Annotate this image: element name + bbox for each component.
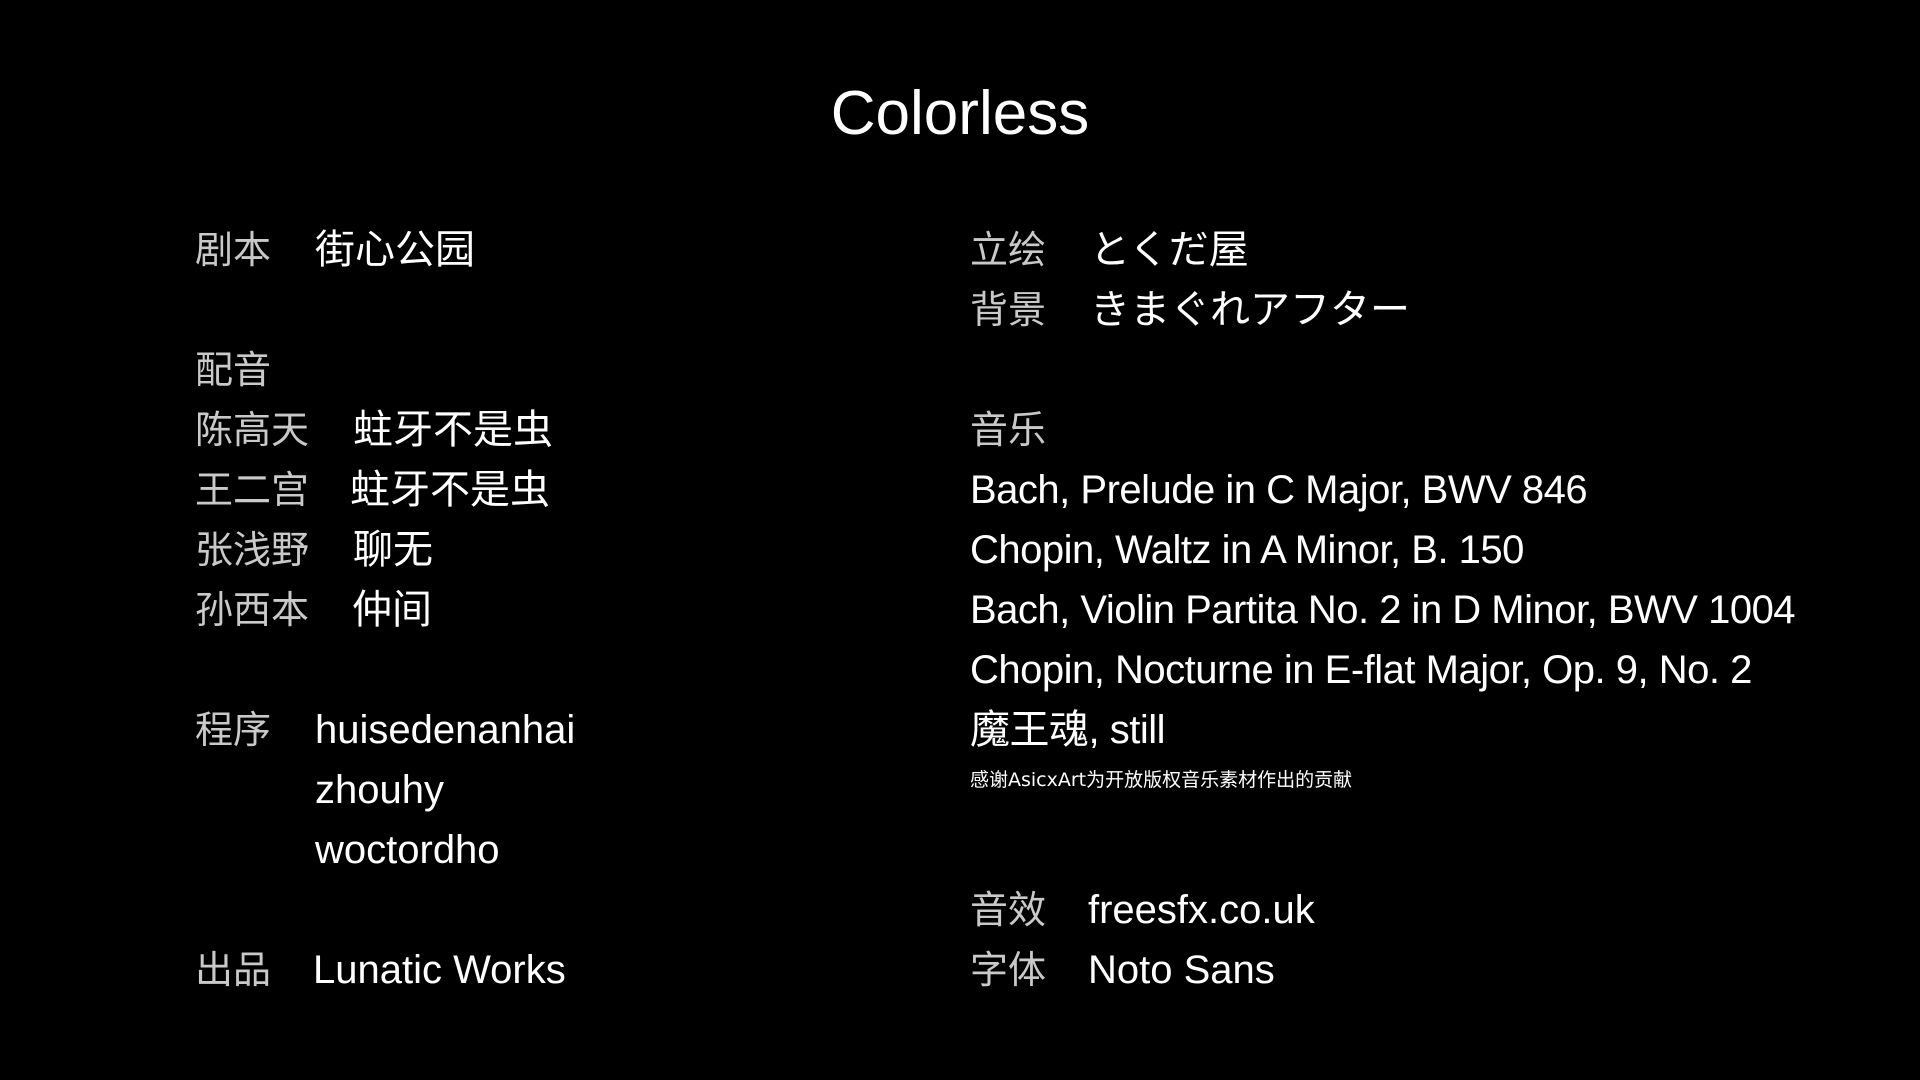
credit-font-label: 字体	[970, 948, 1047, 992]
voice-heading-label: 配音	[195, 348, 272, 392]
voice-role: 王二宫	[195, 468, 310, 512]
voice-actor: 蛀牙不是虫	[353, 407, 553, 453]
credit-script-label: 剧本	[195, 228, 272, 272]
voice-role: 孙西本	[195, 588, 310, 632]
credit-publisher-label: 出品	[195, 948, 272, 992]
voice-role: 陈高天	[195, 408, 310, 452]
credit-script-value: 街心公园	[315, 227, 475, 273]
program-member: zhouhy	[315, 768, 444, 812]
music-track: Chopin, Nocturne in E-flat Major, Op. 9,…	[970, 648, 1752, 692]
voice-actor: 仲间	[352, 587, 432, 633]
credit-sfx-label: 音效	[970, 888, 1047, 932]
credit-art-value: とくだ屋	[1090, 227, 1249, 273]
credit-program-label: 程序	[195, 708, 272, 752]
credit-art-label: 立绘	[970, 228, 1047, 272]
credit-font-value: Noto Sans	[1088, 948, 1275, 992]
credit-background-value: きまぐれアフター	[1090, 287, 1410, 333]
voice-actor: 蛀牙不是虫	[350, 467, 550, 513]
music-track: Chopin, Waltz in A Minor, B. 150	[970, 528, 1524, 572]
voice-role: 张浅野	[195, 528, 310, 572]
music-thanks-note: 感谢AsicxArt为开放版权音乐素材作出的贡献	[970, 769, 1353, 791]
music-heading-label: 音乐	[970, 408, 1047, 452]
credits-title: Colorless	[830, 79, 1090, 148]
voice-actor: 聊无	[353, 527, 433, 573]
credit-background-label: 背景	[970, 288, 1047, 332]
program-member: huisedenanhai	[315, 708, 576, 752]
music-track: Bach, Violin Partita No. 2 in D Minor, B…	[970, 588, 1796, 632]
music-track: 魔王魂, still	[970, 708, 1166, 752]
credit-publisher-value: Lunatic Works	[313, 948, 566, 992]
music-track: Bach, Prelude in C Major, BWV 846	[970, 468, 1588, 512]
credit-sfx-value: freesfx.co.uk	[1088, 888, 1315, 932]
program-member: woctordho	[315, 828, 500, 872]
